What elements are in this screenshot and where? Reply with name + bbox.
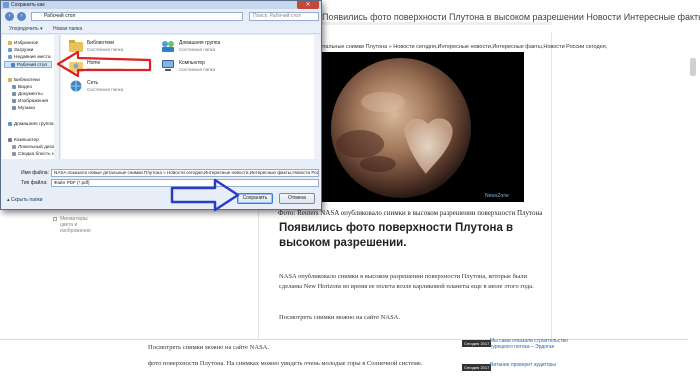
file-item-libraries[interactable]: Библиотеки Системная папка bbox=[69, 39, 159, 59]
new-folder-button[interactable]: Новая папка bbox=[53, 26, 82, 32]
drive-icon bbox=[12, 151, 16, 156]
side-checkbox[interactable] bbox=[53, 217, 57, 221]
bottom-text-line: фото поверхности Плутона. На снимках мож… bbox=[148, 360, 423, 367]
network-icon bbox=[70, 80, 82, 92]
recent-places-icon bbox=[8, 54, 12, 59]
bottom-text-line: Посмотреть снимки можно на сайте NASA. bbox=[148, 344, 270, 351]
file-item-homegroup[interactable]: Домашняя группа Системная папка bbox=[161, 39, 251, 59]
organize-menu[interactable]: Упорядочить ▾ bbox=[9, 26, 43, 32]
close-icon[interactable]: ✕ bbox=[297, 1, 319, 9]
computer-icon bbox=[162, 60, 174, 71]
nav-pane-scrollbar[interactable] bbox=[54, 35, 59, 159]
dialog-title: Сохранить как bbox=[11, 2, 45, 8]
library-icon bbox=[69, 40, 83, 52]
dialog-app-icon bbox=[3, 2, 9, 8]
page-title: Появились фото поверхности Плутона в выс… bbox=[322, 12, 700, 22]
nav-item-desktop[interactable]: Рабочий стол bbox=[4, 61, 52, 68]
divider bbox=[0, 339, 688, 340]
homegroup-icon bbox=[8, 121, 12, 126]
forward-arrow-icon[interactable]: › bbox=[17, 12, 26, 21]
nav-item-favorites[interactable]: Избранное bbox=[8, 40, 38, 47]
save-as-dialog: Сохранить как ✕ ‹ › Рабочий стол Поиск: … bbox=[0, 0, 322, 210]
dialog-titlebar[interactable]: Сохранить как ✕ bbox=[1, 1, 321, 9]
related-news-item[interactable]: Сегодня 2017 Витание проверит аудиторы bbox=[462, 362, 562, 376]
scrollbar-thumb[interactable] bbox=[690, 58, 696, 76]
back-arrow-icon[interactable]: ‹ bbox=[5, 12, 14, 21]
article-headline: Появились фото поверхности Плутона в выс… bbox=[279, 222, 514, 249]
filetype-select[interactable]: Файл PDF (*.pdf) bbox=[51, 179, 319, 187]
nav-item-pictures[interactable]: Изображения bbox=[12, 98, 48, 105]
file-list: Библиотеки Системная папка Домашняя груп… bbox=[61, 35, 316, 159]
nav-item-downloads[interactable]: Загрузки bbox=[8, 47, 33, 54]
article-paragraph: NASA опубликовало снимки в высоком разре… bbox=[279, 273, 534, 290]
news-link[interactable]: Витание проверит аудиторы bbox=[490, 362, 570, 368]
file-list-scrollbar[interactable] bbox=[314, 35, 320, 159]
nav-item-libraries[interactable]: Библиотеки bbox=[8, 77, 40, 84]
nav-item-drive-2[interactable]: Сводка блесть не bbox=[12, 151, 57, 158]
video-icon bbox=[12, 84, 16, 89]
hide-folders-toggle[interactable]: ▴ Скрыть папки bbox=[7, 197, 43, 203]
computer-icon bbox=[8, 137, 12, 142]
nav-item-music[interactable]: Музыка bbox=[12, 105, 35, 112]
downloads-icon bbox=[8, 47, 12, 52]
side-option-label: Миниатюры цвета и изображения bbox=[60, 216, 91, 234]
save-button[interactable]: Сохранить bbox=[237, 193, 273, 204]
news-date-badge: Сегодня 2017 bbox=[462, 364, 492, 371]
filetype-label: Тип файла: bbox=[21, 180, 48, 186]
screen: Появились фото поверхности Плутона в выс… bbox=[0, 0, 700, 381]
library-icon bbox=[8, 77, 12, 82]
documents-icon bbox=[12, 91, 16, 96]
article-paragraph-link: Посмотреть снимки можно на сайте NASA. bbox=[279, 314, 401, 321]
dialog-toolbar: Упорядочить ▾ Новая папка bbox=[1, 24, 321, 34]
nav-item-video[interactable]: Видео bbox=[12, 84, 32, 91]
photo-caption: Фото: Reuters NASA опубликовало снимки в… bbox=[278, 209, 543, 217]
nav-item-documents[interactable]: Документы bbox=[12, 91, 43, 98]
user-folder-icon bbox=[69, 62, 83, 72]
cancel-button[interactable]: Отмена bbox=[279, 193, 315, 204]
nav-item-computer[interactable]: Компьютер bbox=[8, 137, 39, 144]
drive-icon bbox=[12, 144, 16, 149]
filename-input[interactable]: NASA показало новые детальные снимки Плу… bbox=[51, 169, 319, 177]
page-scrollbar[interactable] bbox=[688, 40, 698, 340]
pictures-icon bbox=[12, 98, 16, 103]
photo-watermark: NewsZone bbox=[485, 193, 509, 199]
address-bar[interactable]: Рабочий стол bbox=[31, 12, 243, 21]
search-input[interactable]: Поиск: Рабочий стол bbox=[249, 12, 319, 21]
nav-item-recent[interactable]: Недавние места bbox=[8, 54, 51, 61]
music-icon bbox=[12, 105, 16, 110]
file-item-computer[interactable]: Компьютер Системная папка bbox=[161, 59, 251, 79]
nav-item-local-disk[interactable]: Локальный диск bbox=[12, 144, 54, 151]
homegroup-icon bbox=[162, 41, 174, 52]
file-item-network[interactable]: Сеть Системная папка bbox=[69, 79, 159, 99]
navigation-pane: Избранное Загрузки Недавние места Рабочи… bbox=[2, 35, 60, 159]
desktop-icon bbox=[11, 62, 15, 67]
page-meta-line bbox=[322, 22, 552, 25]
filename-label: Имя файла: bbox=[21, 170, 49, 176]
nav-item-homegroup[interactable]: Домашняя группа bbox=[8, 121, 54, 128]
news-date-badge: Сегодня 2017 bbox=[462, 340, 492, 347]
star-icon bbox=[8, 40, 12, 45]
file-item-home[interactable]: Home Системная папка bbox=[69, 59, 159, 79]
news-link[interactable]: Мы сами отказали строительство турецкого… bbox=[490, 338, 570, 350]
related-news-item[interactable]: Сегодня 2017 Мы сами отказали строительс… bbox=[462, 338, 568, 352]
